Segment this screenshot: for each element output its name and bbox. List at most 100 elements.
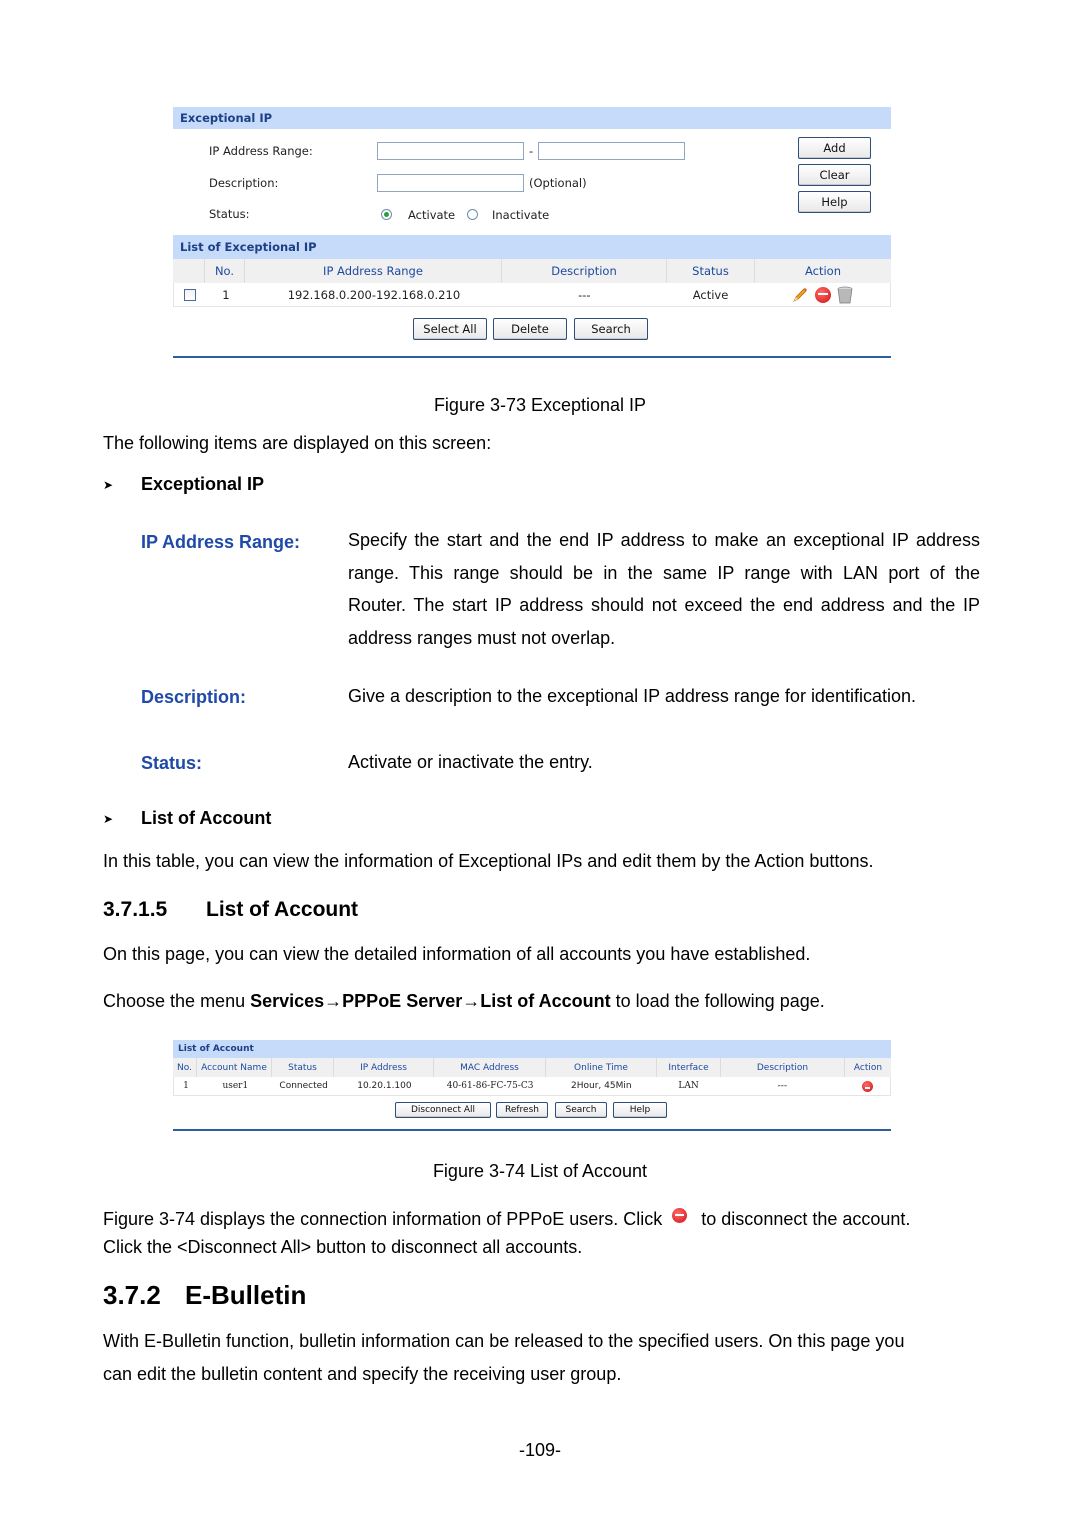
- add-button[interactable]: Add: [798, 137, 871, 159]
- select-all-button[interactable]: Select All: [413, 318, 487, 340]
- col-account-name: Account Name: [197, 1058, 272, 1077]
- row-select-cell: [174, 283, 206, 306]
- row-description: ---: [777, 1081, 788, 1091]
- col-interface: Interface: [657, 1058, 721, 1077]
- disconnect-all-button[interactable]: Disconnect All: [395, 1102, 491, 1118]
- section-372-line1: With E-Bulletin function, bulletin infor…: [103, 1331, 905, 1351]
- menu-path-suffix: to load the following page.: [610, 991, 825, 1011]
- refresh-label: Refresh: [505, 1105, 539, 1115]
- list-exceptional-ip-header: List of Exceptional IP: [173, 235, 891, 259]
- list-of-account-figure: List of Account No. Account Name Status …: [173, 1040, 891, 1132]
- intro-text: The following items are displayed on thi…: [103, 433, 492, 453]
- disconnect-icon[interactable]: [861, 1080, 873, 1092]
- row-mac-address: 40-61-86-FC-75-C3: [446, 1081, 534, 1091]
- page-number: -109-: [518, 1440, 562, 1460]
- definition-description: Give a description to the exceptional IP…: [348, 686, 917, 706]
- section-372-title: E-Bulletin: [185, 1280, 307, 1310]
- select-all-label: Select All: [423, 322, 477, 336]
- status-inactivate-label[interactable]: Inactivate: [492, 208, 549, 222]
- col-action: Action: [804, 264, 842, 278]
- delete-label: Delete: [511, 322, 549, 336]
- col-action: Action: [853, 1062, 883, 1073]
- section-372-number: 3.7.2: [103, 1280, 161, 1310]
- bullet-exceptional-ip-label: Exceptional IP: [141, 474, 265, 494]
- col-mac-address: MAC Address: [434, 1058, 546, 1077]
- description-input[interactable]: [377, 174, 524, 192]
- account-table-header: No. Account Name Status IP Address MAC A…: [173, 1058, 891, 1077]
- col-no: No.: [205, 259, 245, 283]
- menu-path-instruction: Choose the menu Services→PPPoE Server→Li…: [103, 992, 825, 1010]
- section-3715-paragraph: On this page, you can view the detailed …: [103, 944, 811, 964]
- col-description: Description: [502, 259, 667, 283]
- list-exceptional-ip-title: List of Exceptional IP: [180, 240, 317, 254]
- status-activate-label[interactable]: Activate: [408, 208, 455, 222]
- ip-range-end-input[interactable]: [538, 142, 685, 160]
- search-button[interactable]: Search: [555, 1102, 607, 1118]
- status-activate-radio[interactable]: [381, 209, 392, 220]
- term-ip-address-range: IP Address Range:: [141, 532, 301, 552]
- bullet-exceptional-ip: ➤ Exceptional IP: [103, 474, 264, 495]
- definition-line: address ranges must not overlap.: [348, 627, 616, 648]
- search-button[interactable]: Search: [574, 318, 648, 340]
- delete-button[interactable]: Delete: [493, 318, 567, 340]
- exceptional-ip-panel-header: Exceptional IP: [173, 107, 891, 129]
- row-status: Connected: [279, 1081, 328, 1091]
- refresh-button[interactable]: Refresh: [496, 1102, 548, 1118]
- menu-arrow: →: [462, 991, 481, 1011]
- row-no: 1: [222, 287, 230, 302]
- col-ip-address: IP Address: [334, 1058, 434, 1077]
- definition-ip-address-range: Specify the start and the end IP address…: [348, 524, 980, 654]
- col-status: Status: [667, 259, 755, 283]
- list-of-account-desc: In this table, you can view the informat…: [103, 851, 874, 871]
- table-row: 1 192.168.0.200-192.168.0.210 --- Active: [173, 283, 891, 307]
- col-select: [173, 259, 205, 283]
- section-372-line2: can edit the bulletin content and specif…: [103, 1364, 622, 1384]
- menu-pppoe-server: PPPoE Server: [342, 991, 463, 1011]
- definition-line: Specify the start and the end IP address…: [348, 530, 980, 550]
- row-ip-address: 10.20.1.100: [357, 1081, 412, 1091]
- definition-line: range. This range should be in the same …: [348, 562, 980, 583]
- menu-path-prefix: Choose the menu: [103, 991, 251, 1011]
- add-button-label: Add: [823, 141, 846, 155]
- row-interface: LAN: [678, 1081, 699, 1091]
- menu-arrow: →: [324, 991, 343, 1011]
- row-no: 1: [183, 1081, 189, 1091]
- exceptional-ip-figure: Exceptional IP IP Address Range: - Descr…: [173, 107, 891, 360]
- list-of-account-panel-header: List of Account: [173, 1040, 891, 1058]
- help-button[interactable]: Help: [798, 191, 871, 213]
- section-3715-heading: 3.7.1.5 List of Account: [103, 898, 358, 922]
- disconnect-all-label: Disconnect All: [410, 1105, 475, 1115]
- figure-bottom-rule: [173, 356, 891, 358]
- clear-button-label: Clear: [819, 168, 850, 182]
- ip-range-label: IP Address Range:: [209, 144, 313, 158]
- clear-button[interactable]: Clear: [798, 164, 871, 186]
- menu-list-of-account: List of Account: [480, 991, 611, 1011]
- bullet-arrow-icon: ➤: [103, 477, 114, 492]
- help-button-label: Help: [821, 195, 848, 209]
- row-account-name: user1: [222, 1081, 249, 1091]
- row-status: Active: [692, 287, 729, 302]
- ip-range-separator: -: [529, 144, 534, 158]
- disconnect-icon: [672, 1208, 688, 1223]
- figure-73-caption: Figure 3-73 Exceptional IP: [433, 395, 647, 415]
- ip-range-start-input[interactable]: [377, 142, 524, 160]
- menu-services: Services: [250, 991, 325, 1011]
- status-inactivate-radio[interactable]: [467, 209, 478, 220]
- figure-74-desc-pre: Figure 3-74 displays the connection info…: [103, 1208, 663, 1229]
- term-description: Description:: [141, 687, 247, 707]
- figure-bottom-rule: [173, 1129, 891, 1131]
- figure-74-desc-post: to disconnect the account.: [701, 1208, 911, 1229]
- help-button[interactable]: Help: [613, 1102, 667, 1118]
- disable-icon[interactable]: [815, 286, 832, 303]
- row-ip-range: 192.168.0.200-192.168.0.210: [287, 287, 461, 302]
- row-description: ---: [578, 287, 591, 302]
- col-online-time: Online Time: [546, 1058, 657, 1077]
- edit-icon[interactable]: [791, 286, 809, 304]
- figure-74-description-line2: Click the <Disconnect All> button to dis…: [103, 1237, 583, 1257]
- list-of-account-panel-title: List of Account: [178, 1044, 254, 1054]
- radio-selected-dot: [384, 212, 389, 217]
- row-checkbox[interactable]: [183, 288, 196, 301]
- bullet-arrow-icon: ➤: [103, 811, 114, 826]
- bullet-list-of-account: ➤ List of Account: [103, 808, 271, 829]
- delete-icon[interactable]: [837, 286, 853, 304]
